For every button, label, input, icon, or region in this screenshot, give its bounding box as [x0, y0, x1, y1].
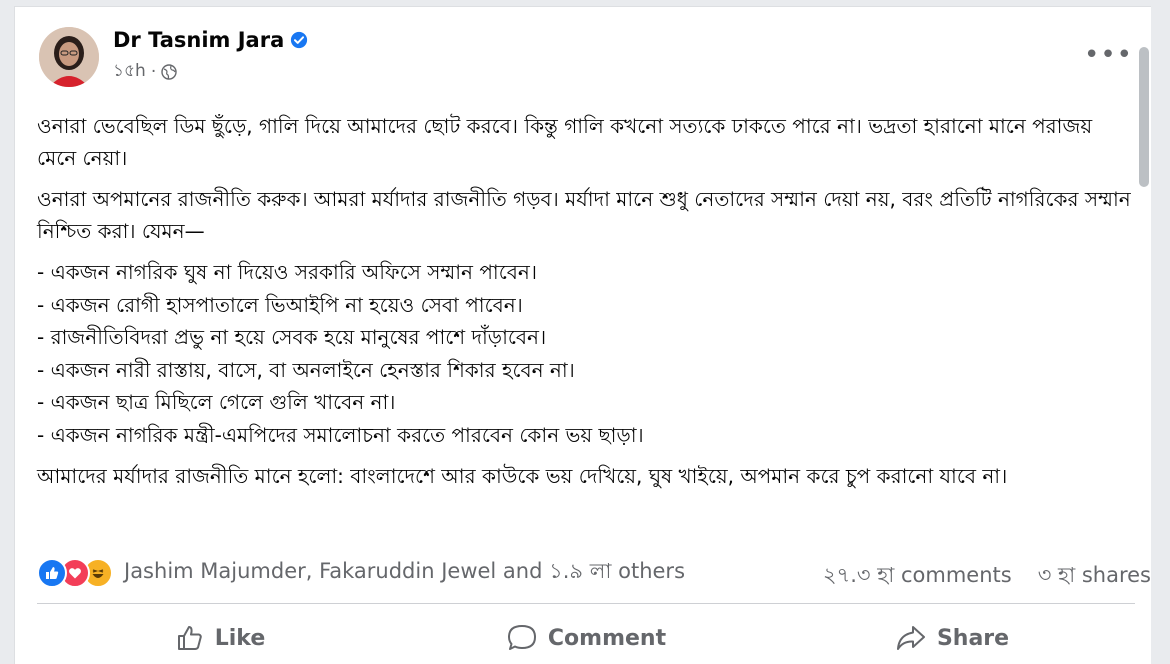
- post-timestamp[interactable]: ১৫h: [113, 58, 146, 86]
- author-name[interactable]: Dr Tasnim Jara: [113, 28, 284, 52]
- scrollbar-thumb[interactable]: [1139, 47, 1149, 187]
- share-button[interactable]: Share: [769, 613, 1135, 663]
- post-paragraph: ওনারা অপমানের রাজনীতি করুক। আমরা মর্যাদা…: [37, 187, 1131, 243]
- verified-badge-icon: [291, 31, 308, 49]
- thumbs-up-icon: [177, 626, 202, 650]
- like-reaction-icon: [37, 557, 67, 588]
- comments-count[interactable]: ২৭.৩ হা comments: [823, 559, 1012, 594]
- share-arrow-icon: [896, 626, 925, 650]
- comment-bubble-icon: [507, 625, 536, 650]
- more-options-button[interactable]: •••: [1084, 42, 1133, 68]
- post-paragraph: ওনারা ভেবেছিল ডিম ছুঁড়ে, গালি দিয়ে আমা…: [37, 114, 1093, 170]
- list-item: - রাজনীতিবিদরা প্রভু না হয়ে সেবক হয়ে ম…: [37, 325, 547, 349]
- comment-label: Comment: [547, 625, 667, 651]
- avatar-image: [39, 27, 99, 87]
- share-label: Share: [936, 625, 1010, 651]
- list-item: - একজন নারী রাস্তায়, বাসে, বা অনলাইনে হ…: [37, 357, 575, 382]
- list-item: - একজন নাগরিক ঘুষ না দিয়েও সরকারি অফিসে…: [37, 260, 537, 284]
- reactions-summary[interactable]: Jashim Majumder, Fakaruddin Jewel and ১.…: [37, 555, 685, 590]
- globe-icon[interactable]: [161, 64, 177, 80]
- list-item: - একজন রোগী হাসপাতালে ভিআইপি না হয়েও সে…: [37, 292, 523, 317]
- author-avatar[interactable]: [39, 27, 99, 87]
- post-paragraph: আমাদের মর্যাদার রাজনীতি মানে হলো: বাংলাদ…: [37, 464, 1008, 488]
- comment-button[interactable]: Comment: [403, 613, 769, 663]
- engagement-counts: ২৭.৩ হা comments ৩ হা shares: [823, 559, 1151, 594]
- like-label: Like: [214, 625, 266, 651]
- list-item: - একজন ছাত্র মিছিলে গেলে গুলি খাবেন না।: [37, 390, 396, 414]
- meta-separator: ·: [150, 62, 157, 82]
- action-divider: [37, 603, 1135, 604]
- post-header: Dr Tasnim Jara ১৫h ·: [39, 27, 308, 87]
- post-list: - একজন নাগরিক ঘুষ না দিয়েও সরকারি অফিসে…: [37, 256, 1137, 451]
- shares-count[interactable]: ৩ হা shares: [1038, 559, 1151, 594]
- post-actions: Like Comment Share: [37, 613, 1135, 663]
- post-body: ওনারা ভেবেছিল ডিম ছুঁড়ে, গালি দিয়ে আমা…: [37, 110, 1137, 501]
- list-item: - একজন নাগরিক মন্ত্রী-এমপিদের সমালোচনা ক…: [37, 422, 644, 447]
- post-card: Dr Tasnim Jara ১৫h · ••• ওনারা ভেবেছিল ড…: [14, 6, 1151, 664]
- like-button[interactable]: Like: [37, 613, 403, 663]
- reactors-text[interactable]: Jashim Majumder, Fakaruddin Jewel and ১.…: [124, 555, 685, 590]
